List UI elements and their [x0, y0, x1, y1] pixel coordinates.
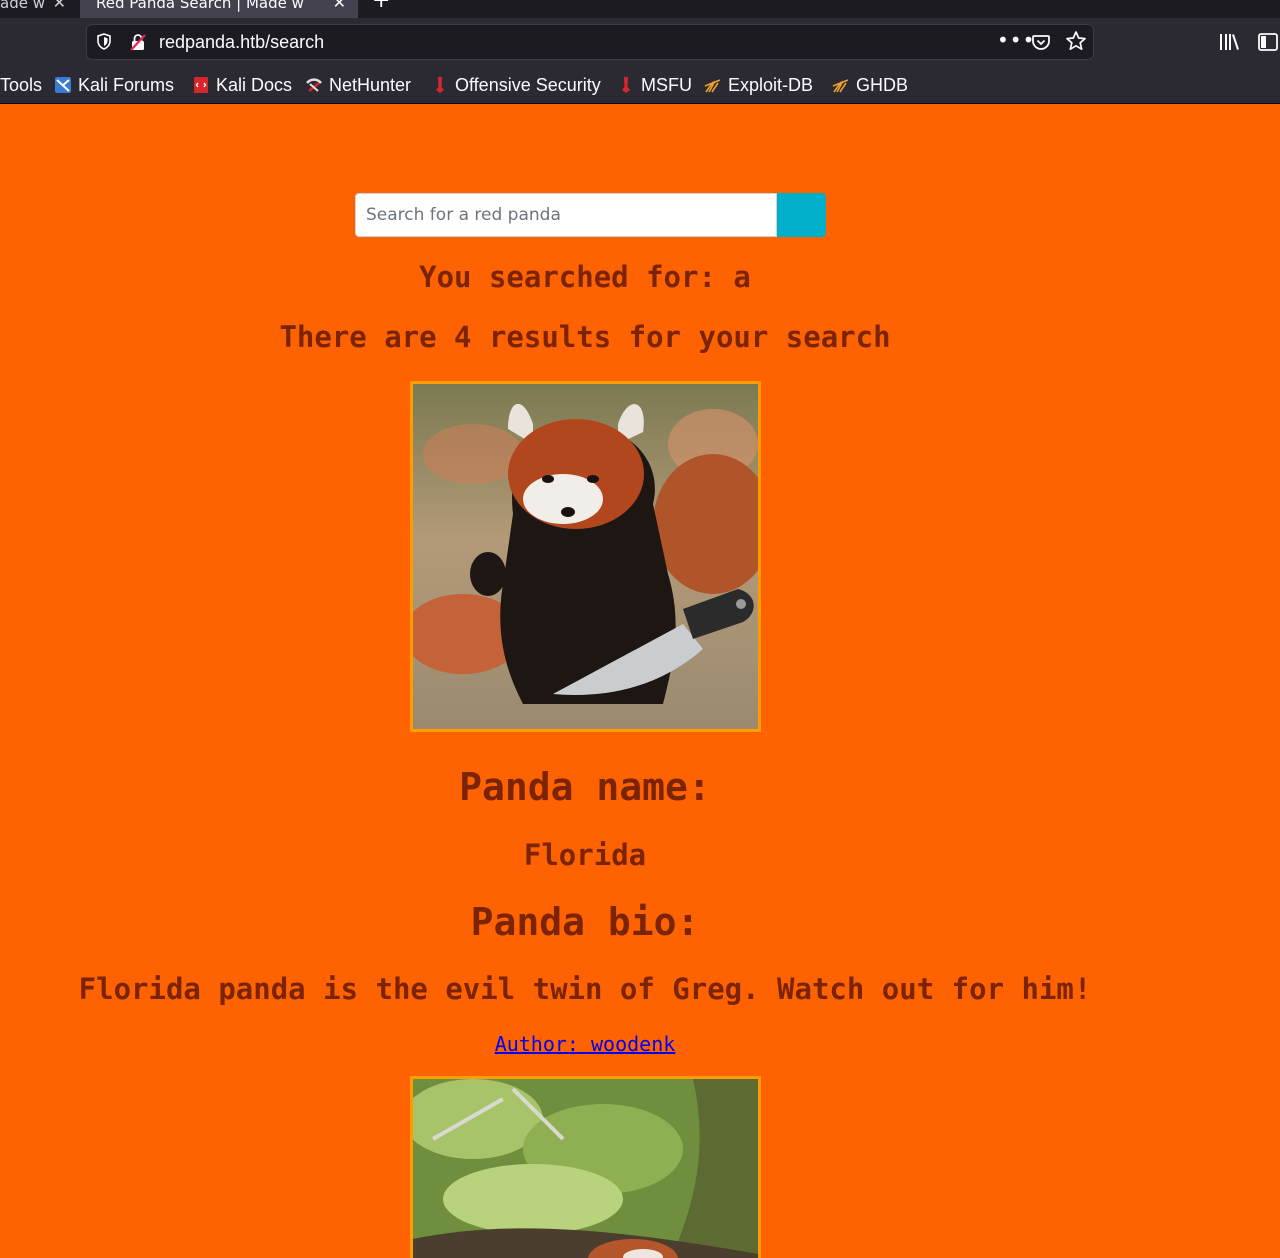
bookmark-msfu[interactable]: MSFU [617, 66, 692, 104]
sidebar-icon[interactable] [1258, 33, 1278, 51]
page-actions-icon[interactable]: ••• [997, 25, 1035, 55]
panda-bio: Florida panda is the evil twin of Greg. … [78, 972, 1092, 1006]
bookmark-label: Tools [0, 75, 43, 95]
kali-docs-icon [194, 77, 208, 93]
bookmark-kali-forums[interactable]: Kali Forums [54, 66, 174, 104]
address-bar[interactable]: redpanda.htb/search ••• [86, 24, 1094, 60]
library-icon[interactable] [1218, 32, 1240, 52]
panda-image [410, 1076, 761, 1258]
tab-red-panda-search[interactable]: Red Panda Search | Made w ✕ [80, 0, 358, 18]
results-count-text: There are 4 results for your search [279, 320, 891, 354]
navigation-toolbar: redpanda.htb/search ••• [0, 18, 1280, 66]
panda-name: Florida [523, 838, 647, 872]
tab-title: Red Panda Search | Made w [96, 0, 304, 12]
tab-close-icon[interactable]: ✕ [333, 0, 346, 18]
page-content: You searched for: a There are 4 results … [0, 105, 1280, 1258]
author-link[interactable]: Author: woodenk [495, 1032, 676, 1056]
bookmark-kali-docs[interactable]: Kali Docs [192, 66, 292, 104]
tab-close-icon[interactable]: ✕ [53, 0, 66, 18]
bookmark-label: Exploit-DB [728, 75, 814, 95]
panda-bio-heading: Panda bio: [470, 900, 700, 944]
bookmark-label: GHDB [856, 75, 909, 95]
bookmark-label: MSFU [641, 75, 692, 95]
panda-name-heading: Panda name: [459, 765, 711, 809]
bookmarks-toolbar: Tools Kali Forums Kali Docs NetHunter Of… [0, 66, 1280, 104]
panda-image [410, 381, 761, 732]
search-button[interactable] [777, 193, 826, 237]
insecure-lock-icon[interactable] [129, 33, 147, 51]
bookmark-ghdb[interactable]: GHDB [832, 66, 908, 104]
author-line: Author: woodenk [0, 1032, 1170, 1056]
bookmark-label: NetHunter [329, 75, 412, 95]
bookmark-exploit-db[interactable]: Exploit-DB [704, 66, 813, 104]
url-text[interactable]: redpanda.htb/search [159, 25, 324, 59]
ghdb-icon [832, 79, 849, 93]
bookmark-offensive-security[interactable]: Offensive Security [431, 66, 601, 104]
new-tab-button[interactable]: + [372, 0, 390, 16]
nethunter-icon [306, 78, 322, 92]
tab-strip: ade w ✕ Red Panda Search | Made w ✕ + [0, 0, 1280, 18]
bookmark-nethunter[interactable]: NetHunter [305, 66, 411, 104]
bookmark-tools[interactable]: Tools [0, 66, 42, 104]
shield-icon[interactable] [97, 33, 111, 50]
exploit-db-icon [704, 79, 721, 93]
searched-for-text: You searched for: a [419, 260, 751, 294]
offsec-icon [436, 77, 444, 93]
star-icon[interactable] [1065, 30, 1087, 52]
search-input[interactable] [355, 193, 777, 237]
tab-previous[interactable]: ade w ✕ [0, 0, 72, 18]
pocket-icon[interactable] [1031, 32, 1051, 52]
kali-forums-icon [55, 77, 71, 93]
bookmark-label: Kali Docs [216, 75, 293, 95]
bookmark-label: Kali Forums [78, 75, 175, 95]
bookmark-label: Offensive Security [455, 75, 601, 95]
msfu-icon [622, 77, 630, 93]
